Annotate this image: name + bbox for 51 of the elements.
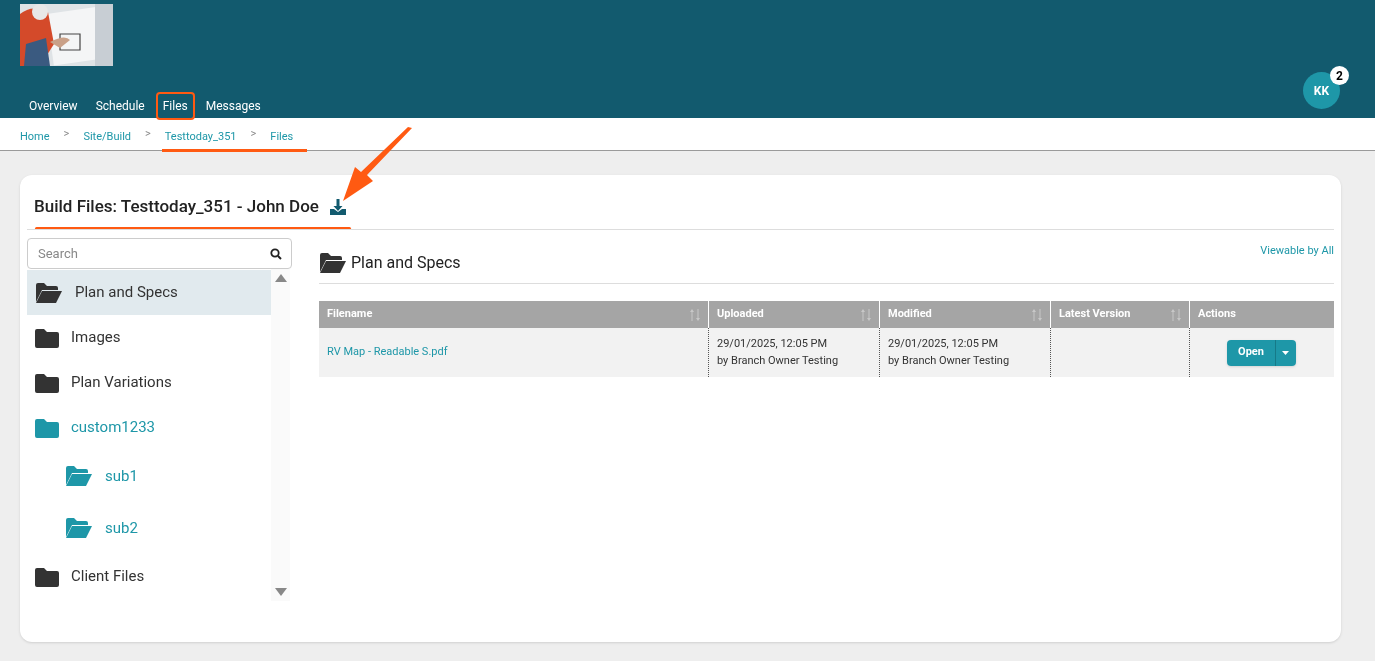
folder-icon — [35, 372, 59, 393]
nav-tab[interactable]: Schedule — [88, 92, 152, 120]
open-folder-icon — [65, 465, 93, 487]
open-button[interactable]: Open — [1227, 339, 1275, 366]
folder-label: Plan and Specs — [75, 282, 178, 304]
folder-item[interactable]: Plan Variations — [27, 360, 271, 405]
folder-label: sub2 — [105, 517, 138, 539]
folder-item[interactable]: sub1 — [27, 450, 271, 502]
folder-icon — [35, 566, 59, 587]
folder-item[interactable]: Images — [27, 315, 271, 360]
scroll-down-icon[interactable] — [274, 588, 287, 596]
page-title: Build Files: Testtoday_351 - John Doe — [34, 195, 319, 219]
nav-tab[interactable]: Messages — [198, 92, 268, 120]
folder-item[interactable]: Client Files — [27, 554, 271, 599]
folder-label: custom1233 — [71, 417, 156, 439]
folder-item[interactable]: custom1233 — [27, 405, 271, 450]
breadcrumb-link[interactable]: Testtoday_351 — [164, 129, 237, 143]
breadcrumb-link[interactable]: Site/Build — [83, 129, 132, 143]
caret-icon — [1282, 350, 1290, 355]
file-link[interactable]: RV Map - Readable S.pdf — [327, 344, 448, 361]
search-field[interactable]: Search — [27, 238, 292, 269]
search-icon[interactable] — [270, 248, 282, 260]
table-cell-text: 29/01/2025, 12:05 PM — [717, 336, 829, 352]
nav-tab[interactable]: Overview — [22, 92, 85, 120]
breadcrumb-separator: > — [145, 125, 151, 142]
dropdown-button[interactable] — [1274, 339, 1296, 366]
table-cell-text: by Branch Owner Testing — [717, 352, 840, 369]
folder-icon — [35, 417, 59, 438]
notification-badge: 2 — [1330, 66, 1349, 85]
table-cell-text: 29/01/2025, 12:05 PM — [888, 336, 1000, 352]
folder-icon — [35, 327, 59, 348]
folder-label: sub1 — [105, 465, 138, 487]
folder-item[interactable]: Plan and Specs — [27, 270, 271, 315]
open-folder-icon — [65, 517, 93, 539]
breadcrumb-separator: > — [63, 125, 70, 142]
breadcrumb-separator: > — [250, 125, 257, 142]
column-header[interactable]: Actions — [1190, 301, 1333, 328]
breadcrumb-link[interactable]: Files — [270, 129, 294, 143]
table-cell-text: by Branch Owner Testing — [888, 352, 1011, 369]
open-folder-icon — [35, 281, 63, 304]
download-icon[interactable] — [328, 198, 347, 216]
visibility-link[interactable]: Viewable by All — [1260, 243, 1334, 260]
breadcrumb-link[interactable]: Home — [20, 129, 50, 143]
panel-title: Plan and Specs — [351, 252, 461, 274]
scrollbar[interactable] — [271, 269, 290, 601]
folder-item[interactable]: sub2 — [27, 502, 271, 554]
folder-label: Images — [71, 327, 121, 349]
open-folder-icon — [319, 252, 347, 274]
folder-label: Client Files — [71, 566, 145, 588]
scroll-up-icon[interactable] — [274, 274, 287, 282]
folder-label: Plan Variations — [71, 372, 172, 394]
